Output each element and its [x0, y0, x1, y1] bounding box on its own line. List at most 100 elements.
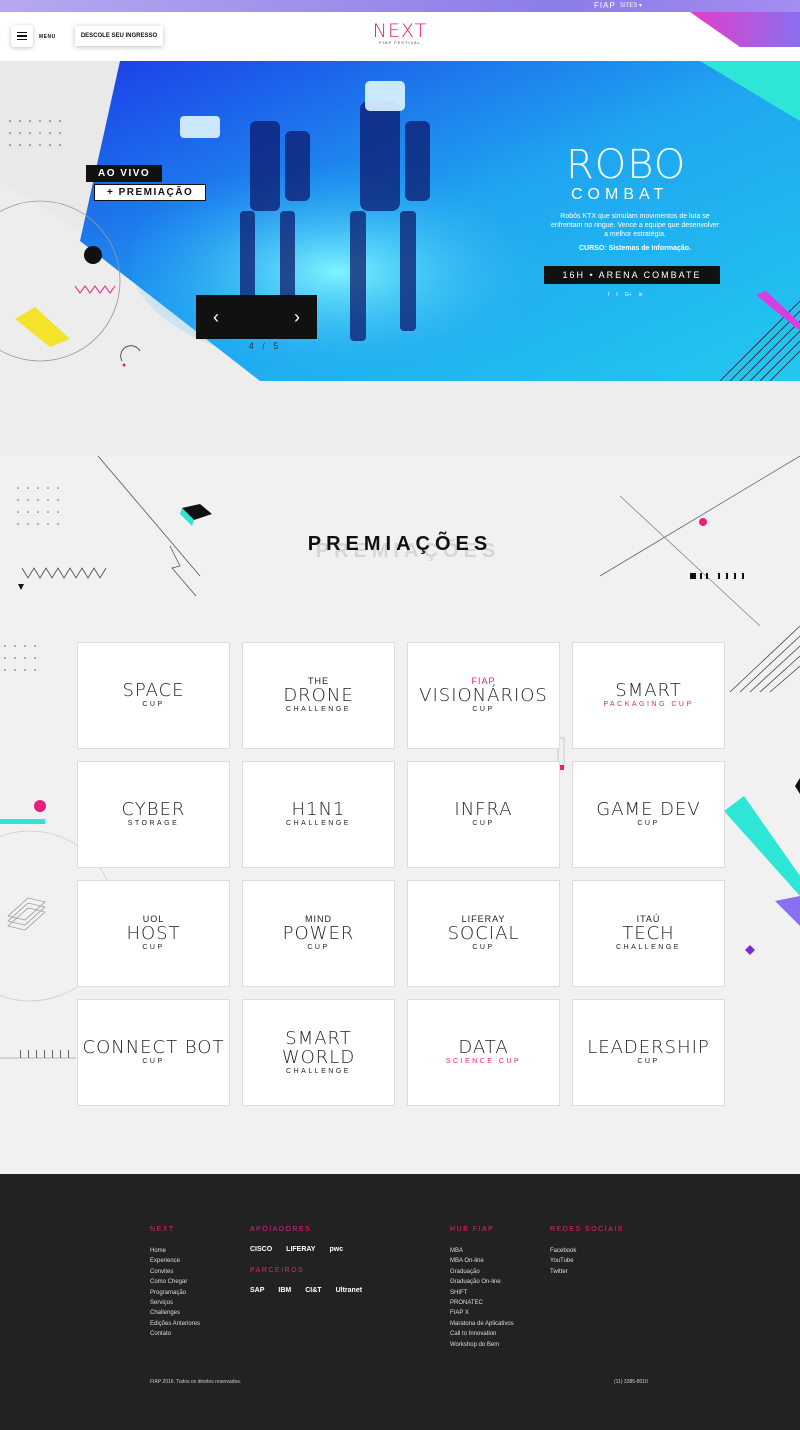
- award-name: LEADERSHIP: [587, 1037, 710, 1058]
- award-card[interactable]: FIAP VISIONÁRIOS CUP: [407, 642, 560, 749]
- award-card[interactable]: THE DRONE CHALLENGE: [242, 642, 395, 749]
- logo-text: NEXT: [372, 20, 428, 42]
- live-badge: AO VIVO: [86, 165, 163, 182]
- sites-dropdown[interactable]: SITES ▾: [620, 2, 642, 9]
- footer-sponsors-column: APOIADORES CISCO LIFERAY pwc PARCEIROS S…: [250, 1226, 362, 1308]
- hamburger-icon: [17, 31, 27, 34]
- footer-link[interactable]: PRONATEC: [450, 1298, 514, 1308]
- slide-title: ROBO: [566, 142, 687, 188]
- share-icons: f t G+ in: [608, 292, 643, 298]
- cisco-logo[interactable]: CISCO: [250, 1246, 272, 1253]
- award-card[interactable]: SMART PACKAGING CUP: [572, 642, 725, 749]
- facebook-icon[interactable]: f: [608, 292, 609, 298]
- footer-link[interactable]: Maratona de Aplicativos: [450, 1319, 514, 1329]
- award-name: HOST: [126, 923, 181, 944]
- award-card[interactable]: INFRA CUP: [407, 761, 560, 868]
- youtube-link[interactable]: YouTube: [550, 1256, 624, 1266]
- award-name: GAME DEV: [596, 799, 701, 820]
- footer-link[interactable]: Call to Innovation: [450, 1329, 514, 1339]
- footer-link[interactable]: Como Chegar: [150, 1277, 200, 1287]
- award-card[interactable]: ITAÚ TECH CHALLENGE: [572, 880, 725, 987]
- award-name: TECH: [622, 923, 675, 944]
- footer-link[interactable]: Convites: [150, 1267, 200, 1277]
- award-card[interactable]: CONNECT BOT CUP: [77, 999, 230, 1106]
- prize-badge: + PREMIAÇÃO: [94, 184, 207, 201]
- award-card[interactable]: UOL HOST CUP: [77, 880, 230, 987]
- menu-label: MENU: [39, 34, 56, 40]
- footer-link[interactable]: Home: [150, 1246, 200, 1256]
- award-card[interactable]: H1N1 CHALLENGE: [242, 761, 395, 868]
- sap-logo[interactable]: SAP: [250, 1287, 264, 1294]
- copyright: FIAP 2016. Todos os direitos reservados.: [150, 1379, 242, 1385]
- partners-logos: SAP IBM CI&T Ultranet: [250, 1287, 362, 1294]
- slide-course: CURSO: Sistemas de Informação.: [578, 245, 692, 252]
- footer-heading: NEXT: [150, 1226, 175, 1233]
- award-card[interactable]: GAME DEV CUP: [572, 761, 725, 868]
- footer-link[interactable]: Graduação On-line: [450, 1277, 514, 1287]
- footer-link[interactable]: Contato: [150, 1329, 200, 1339]
- slide-time-place: 16H • ARENA COMBATE: [544, 266, 720, 284]
- footer-link[interactable]: Serviços: [150, 1298, 200, 1308]
- award-name: H1N1: [291, 799, 346, 820]
- footer-link[interactable]: Workshop do Bem: [450, 1340, 514, 1350]
- footer-link[interactable]: Challenges: [150, 1308, 200, 1318]
- footer-link[interactable]: FIAP X: [450, 1308, 514, 1318]
- award-card[interactable]: MIND POWER CUP: [242, 880, 395, 987]
- footer-link[interactable]: Graduação: [450, 1267, 514, 1277]
- award-card[interactable]: LEADERSHIP CUP: [572, 999, 725, 1106]
- award-name: VISIONÁRIOS: [419, 685, 548, 706]
- section-title: PREMIAÇÕES: [307, 533, 493, 555]
- phone-number: (11) 3385-8010: [614, 1379, 648, 1385]
- ticket-button[interactable]: DESCOLE SEU INGRESSO: [75, 26, 163, 46]
- footer-link[interactable]: Programação: [150, 1288, 200, 1298]
- footer-hub-column: HUB FIAP MBA MBA On-line Graduação Gradu…: [450, 1226, 514, 1350]
- linkedin-icon[interactable]: in: [639, 292, 643, 298]
- pwc-logo[interactable]: pwc: [329, 1246, 343, 1253]
- award-card[interactable]: DATA SCIENCE CUP: [407, 999, 560, 1106]
- ibm-logo[interactable]: IBM: [278, 1287, 291, 1294]
- google-plus-icon[interactable]: G+: [625, 292, 632, 298]
- supporters-logos: CISCO LIFERAY pwc: [250, 1246, 362, 1253]
- ciandt-logo[interactable]: CI&T: [305, 1287, 321, 1294]
- fiap-link[interactable]: FIAP: [594, 1, 616, 10]
- footer-link[interactable]: SHIFT: [450, 1288, 514, 1298]
- award-name: DRONE: [283, 685, 354, 706]
- award-name: SPACE: [122, 680, 185, 701]
- award-card[interactable]: SPACE CUP: [77, 642, 230, 749]
- award-name: CYBER: [121, 799, 186, 820]
- award-name: SMART WORLD: [281, 1027, 356, 1068]
- top-strip: FIAP SITES ▾: [0, 0, 800, 12]
- footer-link[interactable]: Experience: [150, 1256, 200, 1266]
- footer-link[interactable]: MBA On-line: [450, 1256, 514, 1266]
- ultranet-logo[interactable]: Ultranet: [336, 1287, 362, 1294]
- footer-link[interactable]: MBA: [450, 1246, 514, 1256]
- twitter-icon[interactable]: t: [616, 292, 617, 298]
- award-name: POWER: [282, 923, 355, 944]
- footer-heading: PARCEIROS: [250, 1267, 305, 1274]
- logo[interactable]: NEXT FIAP FESTIVAL: [368, 20, 432, 46]
- slider-nav: ‹ ›: [196, 295, 317, 339]
- award-card[interactable]: CYBER STORAGE: [77, 761, 230, 868]
- liferay-logo[interactable]: LIFERAY: [286, 1246, 315, 1253]
- footer: NEXT Home Experience Convites Como Chega…: [0, 1174, 800, 1430]
- award-card[interactable]: LIFERAY SOCIAL CUP: [407, 880, 560, 987]
- chevron-right-icon[interactable]: ›: [277, 295, 317, 339]
- footer-link[interactable]: Edições Anteriores: [150, 1319, 200, 1329]
- hero-slider: AO VIVO + PREMIAÇÃO ‹ › 4 / 5 ROBO COMBA…: [0, 61, 800, 456]
- chevron-left-icon[interactable]: ‹: [196, 295, 236, 339]
- award-name: SOCIAL: [447, 923, 520, 944]
- footer-heading: HUB FIAP: [450, 1226, 495, 1233]
- footer-heading: APOIADORES: [250, 1226, 312, 1233]
- facebook-link[interactable]: Facebook: [550, 1246, 624, 1256]
- header-decoration: [690, 12, 800, 47]
- awards-grid: SPACE CUP THE DRONE CHALLENGE FIAP VISIONÁRI…: [77, 642, 725, 1106]
- header: MENU DESCOLE SEU INGRESSO NEXT FIAP FEST…: [0, 12, 800, 61]
- award-card[interactable]: SMART WORLD CHALLENGE: [242, 999, 395, 1106]
- footer-next-column: NEXT Home Experience Convites Como Chega…: [150, 1226, 200, 1340]
- slide-description: Robôs KTX que simulam movimentos de luta…: [550, 213, 720, 238]
- footer-social-column: REDES SOCIAIS Facebook YouTube Twitter: [550, 1226, 624, 1277]
- twitter-link[interactable]: Twitter: [550, 1267, 624, 1277]
- award-name: INFRA: [454, 799, 513, 820]
- menu-button[interactable]: [11, 25, 33, 47]
- slide-counter: 4 / 5: [248, 341, 282, 351]
